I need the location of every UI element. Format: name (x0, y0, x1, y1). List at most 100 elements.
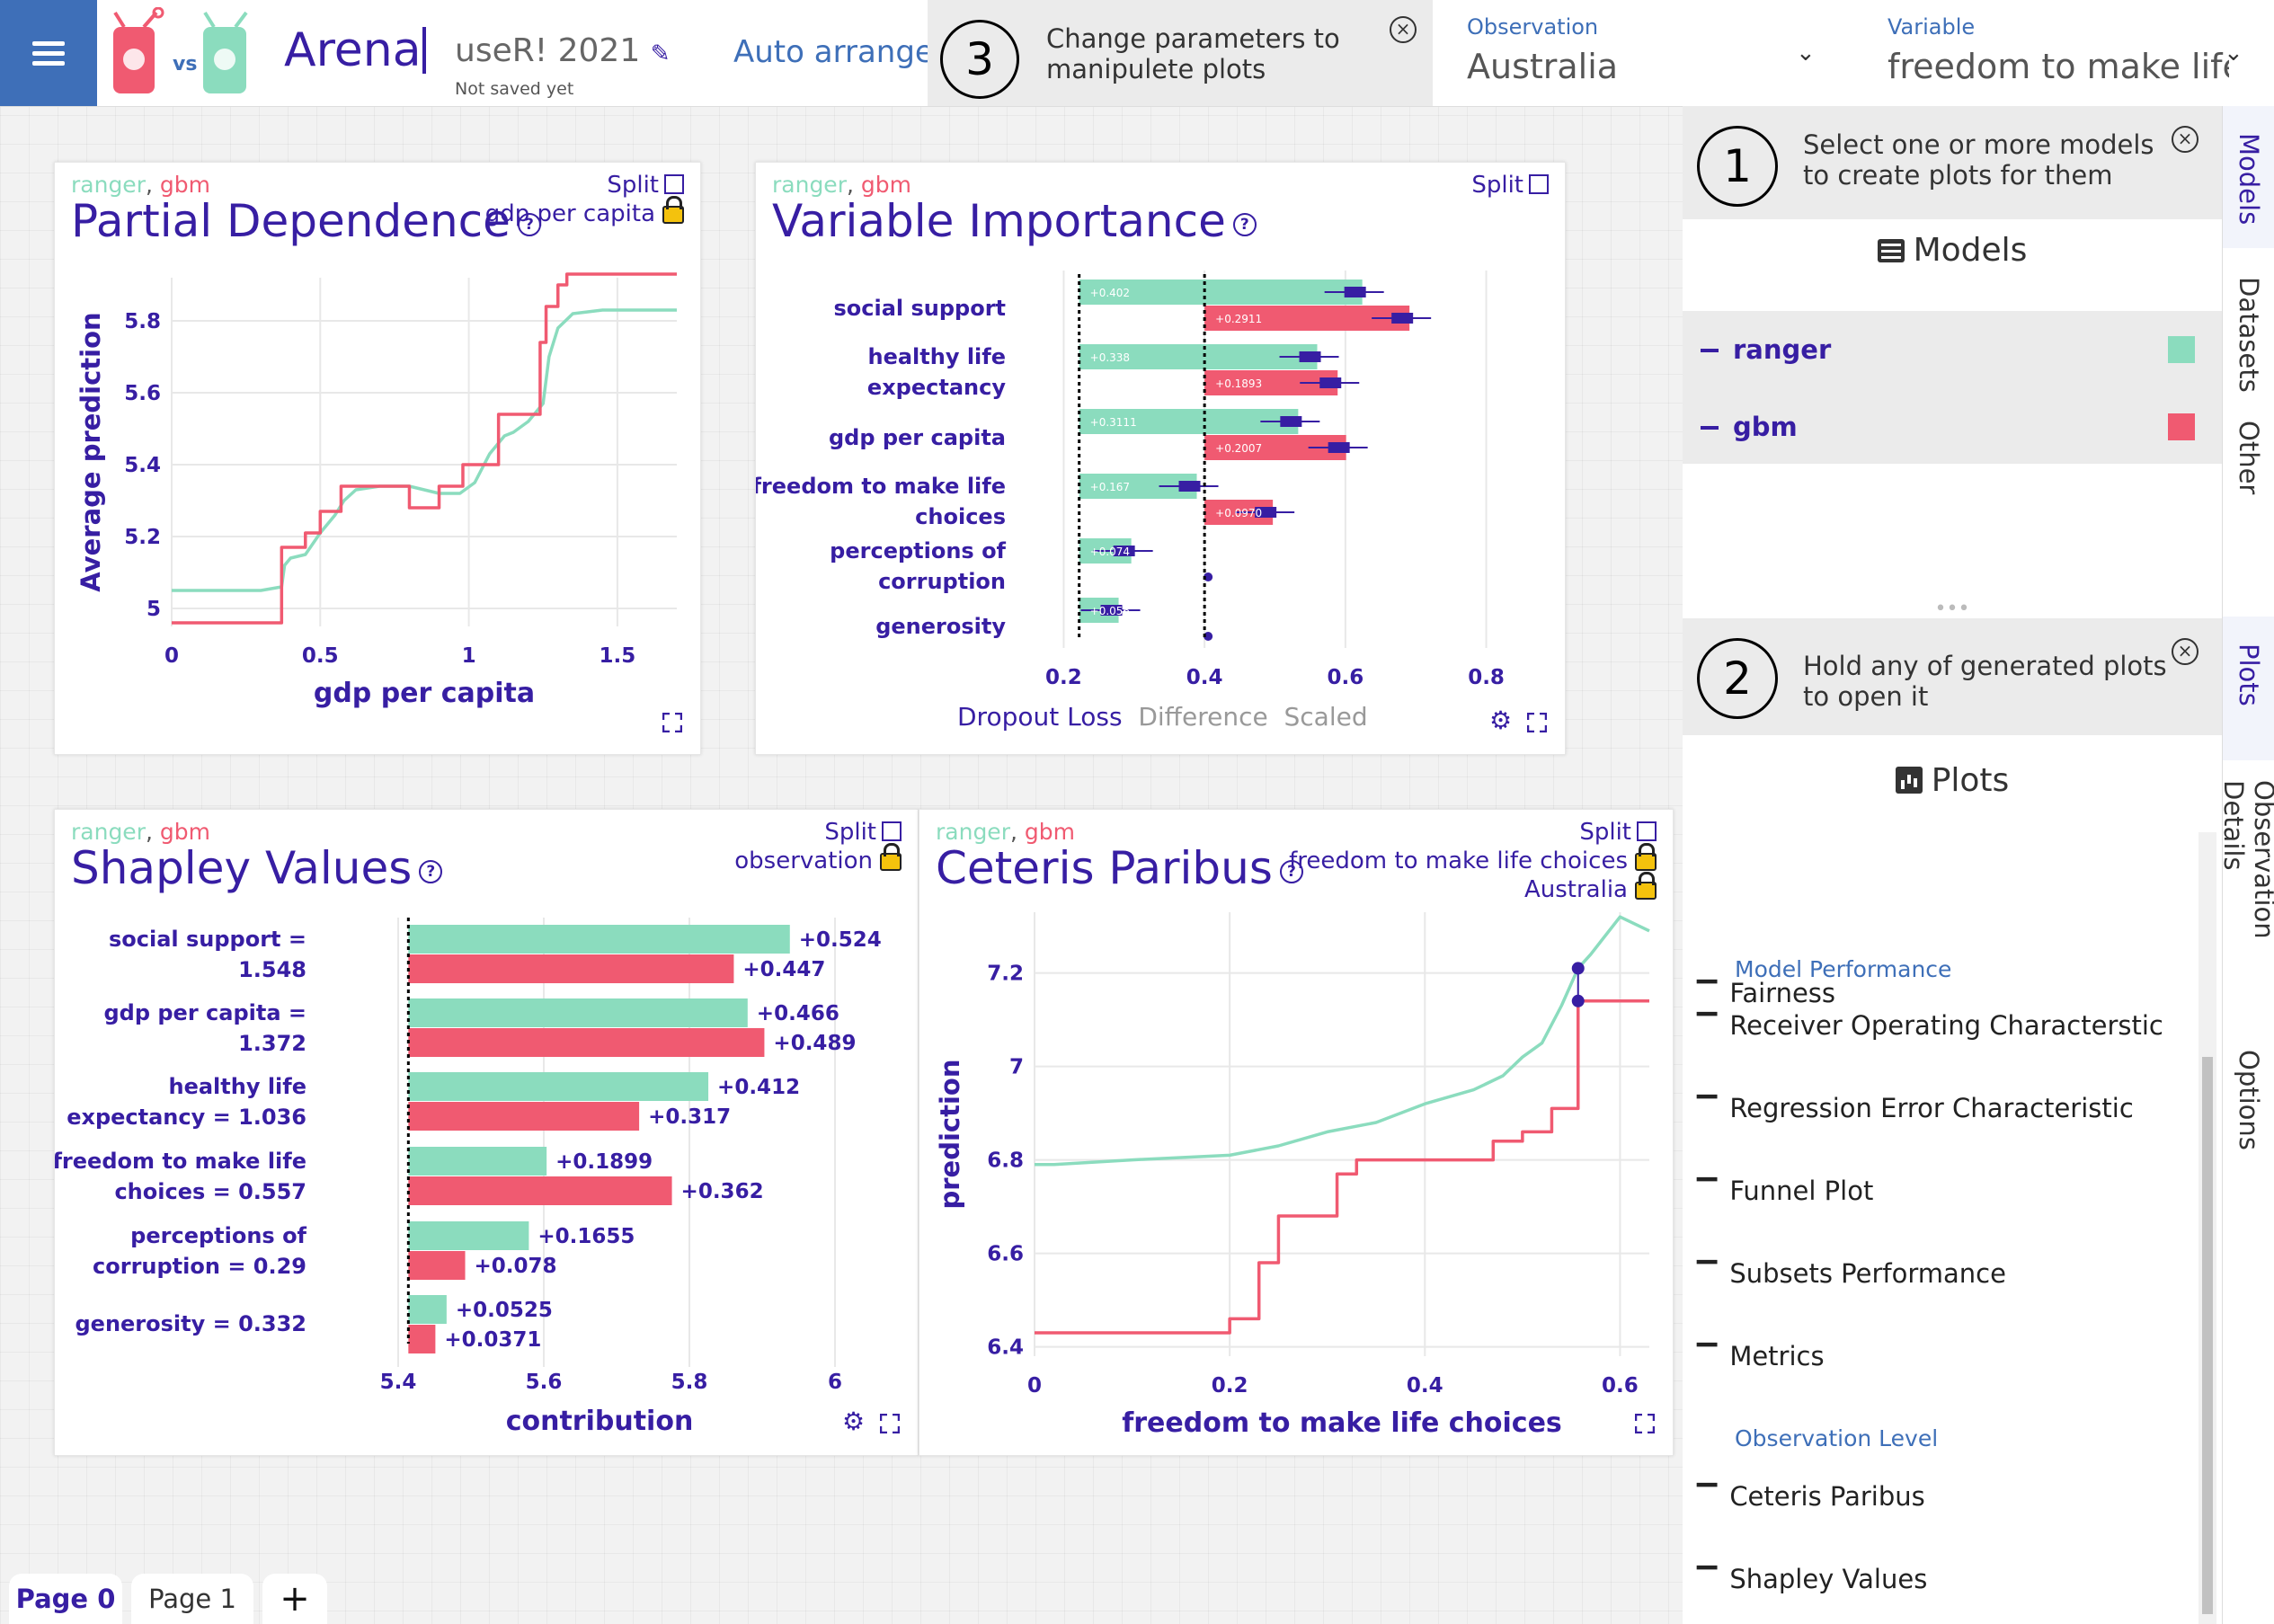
data-label-ranger: +0.402 (1090, 287, 1130, 299)
variable-select[interactable]: Variable freedom to make life ... ⌄ (1855, 0, 2274, 106)
bar-chart-icon: ▔ (1697, 1012, 1718, 1043)
tab-plots[interactable]: Plots (2223, 617, 2274, 760)
session-name-text: useR! 2021 (455, 32, 641, 69)
category-label: gdp per capita = (103, 1000, 306, 1025)
list-item[interactable]: ▔ Subsets Performance (1697, 1258, 2006, 1291)
data-label-ranger: +0.524 (799, 928, 882, 952)
shap-chart: 5.4 5.6 5.8 6 social support = 1.548 +0.524 +0.… (55, 918, 882, 1437)
remove-icon[interactable] (1701, 426, 1719, 430)
resize-handle[interactable]: ••• (1683, 599, 2222, 619)
list-item[interactable]: ▔ Fairness (1697, 978, 1835, 1010)
data-label-ranger: +0.167 (1090, 481, 1130, 493)
menu-button[interactable] (0, 0, 97, 106)
hint-1: 1 Select one or more models to create pl… (1683, 106, 2222, 219)
chevron-down-icon: ⌄ (1796, 40, 1816, 67)
tab-other[interactable]: Other (2223, 394, 2274, 519)
close-icon[interactable]: × (2172, 638, 2198, 665)
list-item[interactable]: ▔ Regression Error Characteristic (1697, 1093, 2134, 1125)
pdp-panel[interactable]: ranger, gbm Partial Dependence? Split gd… (54, 162, 701, 755)
fullscreen-icon[interactable] (1634, 1413, 1656, 1434)
scrollbar-thumb[interactable] (2202, 1057, 2213, 1614)
tab-page-0[interactable]: Page 0 (9, 1574, 122, 1624)
bar-ranger (408, 1221, 529, 1250)
plot-item-label: Subsets Performance (1729, 1258, 2006, 1289)
save-status: Not saved yet (455, 79, 574, 99)
tab-datasets[interactable]: Datasets (2223, 250, 2274, 394)
variable-value: freedom to make life ... (1888, 47, 2229, 86)
model-color-swatch (2168, 413, 2195, 440)
list-item[interactable]: ▔ Funnel Plot (1697, 1176, 1873, 1208)
y-tick-label: 6.4 (987, 1336, 1024, 1360)
list-item[interactable]: gbm (1701, 401, 2204, 455)
x-tick-label: 5.4 (380, 1371, 417, 1394)
cp-panel[interactable]: ranger, gbm Ceteris Paribus? Split freed… (919, 809, 1674, 1456)
mode-difference[interactable]: Difference (1138, 702, 1267, 732)
category-label: corruption (878, 569, 1006, 594)
mode-scaled[interactable]: Scaled (1284, 702, 1368, 732)
category-label: gdp per capita (829, 425, 1006, 450)
step-3-badge: 3 (940, 20, 1019, 99)
hint-2: 2 Hold any of generated plots to open it… (1683, 618, 2222, 735)
category-label: social support (833, 296, 1006, 321)
close-icon[interactable]: × (1390, 16, 1417, 43)
observation-point-gbm (1571, 994, 1585, 1007)
mode-dropout-loss[interactable]: Dropout Loss (957, 702, 1123, 732)
fullscreen-icon[interactable] (662, 712, 683, 733)
bar-ranger (408, 998, 748, 1027)
tab-options[interactable]: Options (2223, 1023, 2274, 1167)
x-tick-label: 0.5 (302, 644, 339, 668)
edit-icon[interactable]: ✎ (651, 40, 671, 67)
category-label: perceptions of (830, 538, 1006, 564)
add-page-button[interactable]: + (262, 1574, 327, 1624)
series-line-gbm (1035, 999, 1649, 1335)
data-label-ranger: +0.338 (1090, 351, 1130, 364)
remove-icon[interactable] (1701, 349, 1719, 352)
y-tick-label: 5 (147, 598, 161, 621)
side-tabs: Models Datasets Other Plots Observation … (2218, 106, 2274, 1624)
data-label-ranger: +0.412 (717, 1076, 800, 1099)
category-label: healthy life (867, 344, 1006, 369)
close-icon[interactable]: × (2172, 126, 2198, 153)
x-tick-label: 0.6 (1602, 1374, 1639, 1398)
plot-item-label: Fairness (1729, 978, 1836, 1008)
list-item[interactable]: ▔ Ceteris Paribus (1697, 1481, 1925, 1513)
y-tick-label: 7.2 (987, 963, 1024, 986)
category-label: freedom to make life (55, 1149, 306, 1174)
hint-2-text: Hold any of generated plots to open it (1803, 651, 2167, 712)
tab-page-1[interactable]: Page 1 (131, 1574, 253, 1624)
model-name: gbm (1733, 412, 1798, 442)
session-name[interactable]: useR! 2021 ✎ (455, 32, 670, 69)
bar-chart-icon: ▔ (1697, 1343, 1718, 1373)
category-label: perceptions of (130, 1223, 306, 1248)
auto-arrange-button[interactable]: Auto arrange (733, 34, 934, 70)
data-label-ranger: +0.1655 (537, 1225, 635, 1248)
list-item[interactable]: ▔ Receiver Operating Characterstic (1697, 1010, 2163, 1043)
fullscreen-icon[interactable] (1526, 712, 1548, 733)
bar-chart-icon: ▔ (1697, 1177, 1718, 1208)
y-axis-label: prediction (935, 1060, 965, 1210)
gear-icon[interactable]: ⚙ (842, 1407, 865, 1436)
pdp-chart: 0 0.5 1 1.5 5 5.2 5.4 5.6 5.8 gdp per capita Avera… (76, 272, 677, 709)
hint-1-text: Select one or more models to create plot… (1803, 129, 2154, 191)
scrollbar[interactable] (2198, 832, 2216, 1624)
sidebar: 1 Select one or more models to create pl… (1683, 106, 2222, 1624)
data-label-gbm: +0.447 (742, 958, 825, 981)
cp-chart: 0 0.2 0.4 0.6 6.4 6.6 6.8 7 7.2 freedom to make l… (935, 912, 1650, 1439)
shap-panel[interactable]: ranger, gbm Shapley Values? Split observ… (54, 809, 919, 1456)
vi-panel[interactable]: ranger, gbm Variable Importance? Split 0… (755, 162, 1566, 755)
data-label-gbm: +0.2007 (1215, 442, 1262, 455)
gear-icon[interactable]: ⚙ (1489, 706, 1512, 735)
data-label-ranger: +0.0525 (456, 1299, 553, 1322)
tab-models[interactable]: Models (2223, 106, 2274, 248)
plot-item-label: Metrics (1729, 1341, 1825, 1371)
observation-select[interactable]: Observation Australia ⌄ (1433, 0, 1828, 106)
fullscreen-icon[interactable] (879, 1413, 901, 1434)
tab-observation-details[interactable]: Observation Details (2218, 753, 2274, 1023)
list-item[interactable]: ▔ Shapley Values (1697, 1564, 1927, 1596)
bar-gbm (408, 1251, 466, 1280)
list-item[interactable]: ▔ Metrics (1697, 1341, 1825, 1373)
title-divider (422, 27, 426, 74)
list-item[interactable]: ranger (1701, 324, 2204, 377)
model-name: ranger (1733, 334, 1832, 365)
plot-item-label: Funnel Plot (1729, 1176, 1874, 1206)
